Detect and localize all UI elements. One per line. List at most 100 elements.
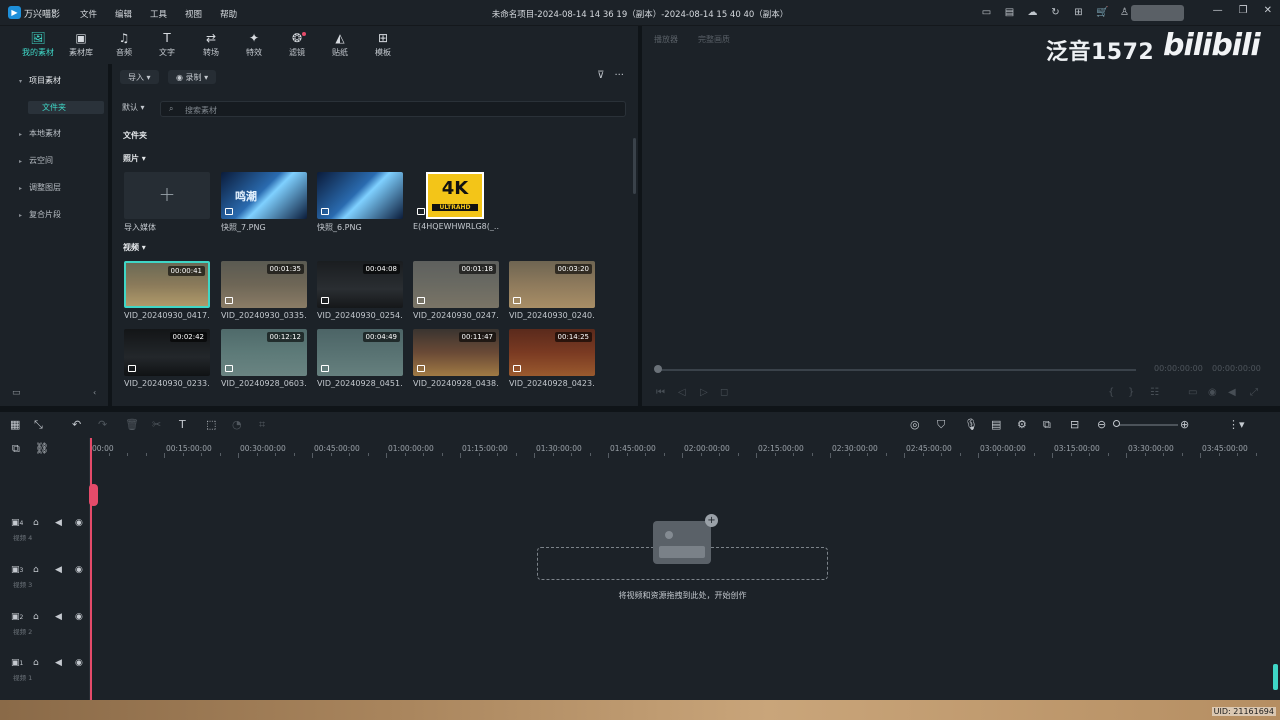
grid-icon[interactable]: ⊞ xyxy=(1073,7,1084,18)
layout-icon[interactable]: ▦ xyxy=(10,418,20,431)
display-icon[interactable]: ▭ xyxy=(1188,387,1197,398)
tab-transition[interactable]: ⇄ 转场 xyxy=(191,30,231,58)
lock-icon[interactable]: ⌂ xyxy=(33,565,39,575)
collapse-sidebar-icon[interactable]: ‹ xyxy=(93,388,96,397)
minimize-icon[interactable]: — xyxy=(1213,5,1223,16)
zoom-out-icon[interactable]: ⊖ xyxy=(1097,418,1106,431)
tab-effects[interactable]: ✦ 特效 xyxy=(234,30,274,58)
preview-scrubber[interactable] xyxy=(654,365,662,373)
photo-item[interactable]: 4K ULTRAHD E(4HQEWHWRLG8(_... xyxy=(413,172,499,231)
play-icon[interactable]: ▷ xyxy=(700,387,708,398)
timeline-scrollbar[interactable] xyxy=(1273,664,1278,690)
lock-icon[interactable]: ⌂ xyxy=(33,658,39,668)
more-options-icon[interactable]: ⋮▾ xyxy=(1228,418,1245,431)
tab-sticker[interactable]: ◭ 贴纸 xyxy=(320,30,360,58)
video-item[interactable]: 00:14:25 VID_20240928_0423... xyxy=(509,329,595,388)
more-icon[interactable]: ··· xyxy=(614,70,624,81)
add-icon[interactable]: + xyxy=(705,514,718,527)
tts-icon[interactable]: ▤ xyxy=(991,418,1001,431)
video-item[interactable]: 00:12:12 VID_20240928_0603... xyxy=(221,329,307,388)
video-item[interactable]: 00:04:49 VID_20240928_0451... xyxy=(317,329,403,388)
playhead[interactable] xyxy=(90,438,92,700)
import-media-tile[interactable]: + 导入媒体 xyxy=(124,172,210,233)
import-button[interactable]: 导入 ▾ xyxy=(120,70,159,84)
volume-icon[interactable]: ◀ xyxy=(55,565,62,575)
snapshot-icon[interactable]: ◉ xyxy=(1208,387,1217,398)
sort-dropdown[interactable]: 默认 ▾ xyxy=(122,102,145,113)
delete-icon[interactable]: 🗑 xyxy=(125,418,139,431)
user-icon[interactable]: ♙ xyxy=(1119,7,1130,18)
quality-icon[interactable]: ☷ xyxy=(1150,387,1159,398)
preview-progress-bar[interactable] xyxy=(656,369,1136,371)
video-item[interactable]: 00:11:47 VID_20240928_0438... xyxy=(413,329,499,388)
speed-icon[interactable]: ◔ xyxy=(232,418,242,431)
video-item[interactable]: 00:03:20 VID_20240930_0240... xyxy=(509,261,595,320)
monitor-icon[interactable]: ▭ xyxy=(981,7,992,18)
sidebar-item-compound-clip[interactable]: ▸ 复合片段 xyxy=(19,209,61,220)
add-track-icon[interactable]: ⧉ xyxy=(12,442,20,456)
split-icon[interactable]: ✂ xyxy=(152,418,161,431)
sidebar-item-folder[interactable]: 文件夹 xyxy=(28,101,104,114)
save-icon[interactable]: ▤ xyxy=(1004,7,1015,18)
volume-icon[interactable]: ◀ xyxy=(55,612,62,622)
redo-icon[interactable]: ↷ xyxy=(98,418,107,431)
account-button[interactable] xyxy=(1131,5,1184,21)
sync-icon[interactable]: ↻ xyxy=(1050,7,1061,18)
video-item[interactable]: 00:00:41 VID_20240930_0417... xyxy=(124,261,210,320)
cart-icon[interactable]: 🛒 xyxy=(1096,7,1108,18)
eye-icon[interactable]: ◉ xyxy=(75,612,83,622)
restore-icon[interactable]: ❐ xyxy=(1239,5,1248,16)
search-input[interactable]: ⌕ 搜索素材 xyxy=(160,101,626,117)
stop-icon[interactable]: ◻ xyxy=(720,387,728,398)
video-item[interactable]: 00:01:35 VID_20240930_0335... xyxy=(221,261,307,320)
fullscreen-icon[interactable]: ⤢ xyxy=(1250,387,1258,398)
photo-item[interactable]: 快照_6.PNG xyxy=(317,172,403,233)
mic-icon[interactable]: 🎙 xyxy=(964,418,978,431)
playhead-handle[interactable] xyxy=(89,484,98,506)
sidebar-item-project-media[interactable]: ▾ 项目素材 xyxy=(19,75,61,86)
ai-icon[interactable]: ⚙ xyxy=(1017,418,1027,431)
step-back-icon[interactable]: ◁ xyxy=(678,387,686,398)
eye-icon[interactable]: ◉ xyxy=(75,658,83,668)
cloud-icon[interactable]: ☁ xyxy=(1027,7,1038,18)
eye-icon[interactable]: ◉ xyxy=(75,518,83,528)
filter-icon[interactable]: ⊽ xyxy=(597,70,604,81)
link-icon[interactable]: ⛓ xyxy=(35,442,49,455)
text-tool-icon[interactable]: T xyxy=(179,418,186,431)
volume-icon[interactable]: ◀ xyxy=(1228,387,1236,398)
adjust-icon[interactable]: ⌗ xyxy=(259,418,265,432)
sidebar-item-adjustment-layer[interactable]: ▸ 调整图层 xyxy=(19,182,61,193)
tab-full-quality[interactable]: 完整画质 xyxy=(698,34,730,45)
tab-stock[interactable]: ▣ 素材库 xyxy=(61,30,101,58)
video-item[interactable]: 00:04:08 VID_20240930_0254... xyxy=(317,261,403,320)
zoom-handle[interactable] xyxy=(1113,420,1120,427)
marker-icon[interactable]: ⛉ xyxy=(937,418,945,432)
tab-player[interactable]: 播放器 xyxy=(654,34,678,45)
tab-audio[interactable]: ♫ 音频 xyxy=(104,30,144,58)
undo-icon[interactable]: ↶ xyxy=(72,418,81,431)
tab-template[interactable]: ⊞ 模板 xyxy=(363,30,403,58)
video-item[interactable]: 00:02:42 VID_20240930_0233... xyxy=(124,329,210,388)
photos-heading[interactable]: 照片 ▾ xyxy=(123,153,146,164)
media-scrollbar[interactable] xyxy=(633,138,636,194)
photo-item[interactable]: 鸣潮 快照_7.PNG xyxy=(221,172,307,233)
tab-my-media[interactable]: 🖼 我的素材 xyxy=(18,30,58,58)
new-folder-icon[interactable]: ▭ xyxy=(12,388,21,398)
tab-text[interactable]: T 文字 xyxy=(147,30,187,58)
lock-icon[interactable]: ⌂ xyxy=(33,612,39,622)
zoom-in-icon[interactable]: ⊕ xyxy=(1180,418,1189,431)
close-icon[interactable]: ✕ xyxy=(1264,5,1272,16)
eye-icon[interactable]: ◉ xyxy=(75,565,83,575)
prev-frame-icon[interactable]: ⏮ xyxy=(656,387,665,398)
pip-icon[interactable]: ⧉ xyxy=(1043,418,1051,432)
video-item[interactable]: 00:01:18 VID_20240930_0247... xyxy=(413,261,499,320)
volume-icon[interactable]: ◀ xyxy=(55,658,62,668)
volume-icon[interactable]: ◀ xyxy=(55,518,62,528)
zoom-slider[interactable] xyxy=(1118,424,1178,426)
select-tool-icon[interactable]: ⤡ xyxy=(34,418,43,432)
crop-icon[interactable]: ⬚ xyxy=(206,418,216,431)
tab-filter[interactable]: ❂ 滤镜 xyxy=(277,30,317,58)
render-icon[interactable]: ◎ xyxy=(910,418,920,431)
sidebar-item-cloud[interactable]: ▸ 云空间 xyxy=(19,155,53,166)
storyboard-icon[interactable]: ⊟ xyxy=(1070,418,1079,431)
